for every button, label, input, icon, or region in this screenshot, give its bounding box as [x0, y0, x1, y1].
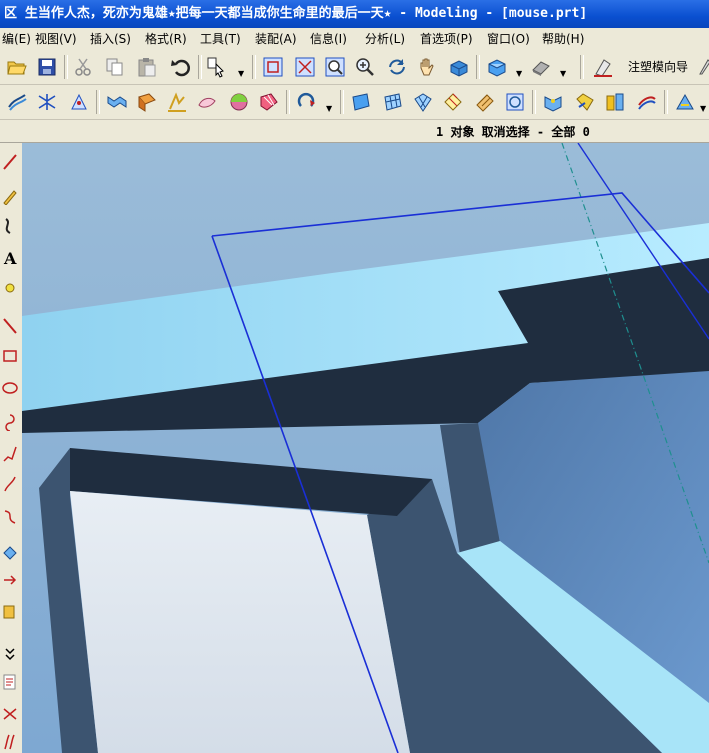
- measure-icon[interactable]: [0, 703, 20, 725]
- menu-insert[interactable]: 插入(S): [88, 28, 133, 50]
- toolbar-separator: [286, 90, 290, 114]
- menu-tools[interactable]: 工具(T): [198, 28, 243, 50]
- view-orient-icon[interactable]: [528, 54, 554, 80]
- thicken-icon[interactable]: [472, 89, 498, 115]
- smooth-poles-icon[interactable]: [672, 89, 698, 115]
- paste-icon[interactable]: [134, 54, 160, 80]
- menu-edit[interactable]: 编(E): [0, 28, 33, 50]
- title-bar: 区 生当作人杰，死亦为鬼雄★把每一天都当成你生命里的最后一天★ - Modeli…: [0, 0, 709, 28]
- point-icon[interactable]: [0, 277, 20, 299]
- analysis-icon[interactable]: [0, 731, 20, 753]
- model-view[interactable]: [22, 143, 709, 753]
- menu-help[interactable]: 帮助(H): [540, 28, 586, 50]
- menu-window[interactable]: 窗口(O): [485, 28, 532, 50]
- menu-analysis[interactable]: 分析(L): [363, 28, 407, 50]
- surface-analysis-icon[interactable]: [502, 89, 528, 115]
- menu-assembly[interactable]: 装配(A): [253, 28, 299, 50]
- mold-wizard-icon[interactable]: [590, 54, 616, 80]
- chevron-down-icon[interactable]: ▼: [326, 104, 332, 113]
- ellipse-icon[interactable]: [0, 377, 20, 399]
- toolbar-separator: [476, 55, 480, 79]
- undo-icon[interactable]: [168, 54, 194, 80]
- chevron-down-icon[interactable]: ▼: [516, 69, 522, 78]
- select-filter-icon[interactable]: [204, 54, 230, 80]
- toolbar-separator: [532, 90, 536, 114]
- surface-grid-icon[interactable]: [380, 89, 406, 115]
- plastic-mold-wizard-button[interactable]: 注塑模向导: [628, 58, 688, 75]
- graphics-viewport[interactable]: [22, 143, 709, 753]
- standard-toolbar: ▼ ▼ ▼ 注塑模向导: [0, 50, 709, 85]
- toolbar-separator: [64, 55, 68, 79]
- shaded-view-icon[interactable]: [446, 54, 472, 80]
- ruled-surface-icon[interactable]: [134, 89, 160, 115]
- cavity-floor-face: [70, 491, 410, 753]
- render-style-icon[interactable]: [484, 54, 510, 80]
- left-curve-toolbar: A: [0, 143, 23, 753]
- menu-bar: 编(E) 视图(V) 插入(S) 格式(R) 工具(T) 装配(A) 信息(I)…: [0, 28, 709, 50]
- toolbar-separator: [252, 55, 256, 79]
- menu-info[interactable]: 信息(I): [308, 28, 349, 50]
- save-icon[interactable]: [34, 54, 60, 80]
- toolbar-overflow-icon[interactable]: [692, 54, 709, 80]
- cut-icon[interactable]: [70, 54, 96, 80]
- toolbar-separator: [580, 55, 584, 79]
- helix-icon[interactable]: [0, 411, 20, 433]
- toolbar-expand-icon[interactable]: [0, 643, 20, 665]
- trim-sheet-icon[interactable]: [440, 89, 466, 115]
- surface-mesh-icon[interactable]: [410, 89, 436, 115]
- selection-status-text: 1 对象 取消选择 - 全部 0: [436, 125, 590, 139]
- spline-icon[interactable]: [0, 215, 20, 237]
- extract-curve-icon[interactable]: [0, 569, 20, 591]
- svg-text:A: A: [3, 249, 17, 267]
- pan-hand-icon[interactable]: [414, 54, 440, 80]
- rectangle-icon[interactable]: [0, 345, 20, 367]
- open-folder-icon[interactable]: [4, 54, 30, 80]
- copy-icon[interactable]: [102, 54, 128, 80]
- fit-view-icon[interactable]: [260, 54, 286, 80]
- bridge-curve-icon[interactable]: [0, 505, 20, 527]
- basic-line-icon[interactable]: [0, 315, 20, 337]
- offset-surface-icon[interactable]: [294, 89, 320, 115]
- menu-format[interactable]: 格式(R): [143, 28, 189, 50]
- extension-surface-icon[interactable]: [256, 89, 282, 115]
- zoom-box-icon[interactable]: [322, 54, 348, 80]
- selection-status-bar: 1 对象 取消选择 - 全部 0: [0, 120, 709, 143]
- window-title: 区 生当作人杰，死亦为鬼雄★把每一天都当成你生命里的最后一天★ - Modeli…: [4, 6, 588, 21]
- line-icon[interactable]: [0, 151, 20, 173]
- menu-preferences[interactable]: 首选项(P): [418, 28, 475, 50]
- through-points-icon[interactable]: [66, 89, 92, 115]
- chevron-down-icon[interactable]: ▼: [238, 69, 244, 78]
- project-curve-icon[interactable]: [0, 541, 20, 563]
- swept-surface-icon[interactable]: [194, 89, 220, 115]
- arc-edit-icon[interactable]: [0, 185, 20, 207]
- toolbar-separator: [198, 55, 202, 79]
- text-icon[interactable]: A: [0, 247, 20, 269]
- section-curve-icon[interactable]: [164, 89, 190, 115]
- law-curve-icon[interactable]: [0, 443, 20, 465]
- bridge-surface-icon[interactable]: [226, 89, 252, 115]
- toolbar-separator: [96, 90, 100, 114]
- offset-curve-icon[interactable]: [0, 473, 20, 495]
- zoom-window-icon[interactable]: [292, 54, 318, 80]
- change-degree-icon[interactable]: [602, 89, 628, 115]
- info-icon[interactable]: [0, 671, 20, 693]
- zoom-in-icon[interactable]: [352, 54, 378, 80]
- edit-surface-icon[interactable]: [540, 89, 566, 115]
- surface-patch-icon[interactable]: [348, 89, 374, 115]
- menu-view[interactable]: 视图(V): [33, 28, 79, 50]
- freeform-toolbar: ▼ ▼: [0, 85, 709, 120]
- through-curves-icon[interactable]: [4, 89, 30, 115]
- move-pole-icon[interactable]: [572, 89, 598, 115]
- chevron-down-icon[interactable]: ▼: [700, 104, 706, 113]
- toolbar-separator: [340, 90, 344, 114]
- toolbar-separator: [664, 90, 668, 114]
- chevron-down-icon[interactable]: ▼: [560, 69, 566, 78]
- intersect-curve-icon[interactable]: [0, 601, 20, 623]
- through-mesh-icon[interactable]: [34, 89, 60, 115]
- change-stiffness-icon[interactable]: [634, 89, 660, 115]
- rotate-icon[interactable]: [384, 54, 410, 80]
- sweep-icon[interactable]: [104, 89, 130, 115]
